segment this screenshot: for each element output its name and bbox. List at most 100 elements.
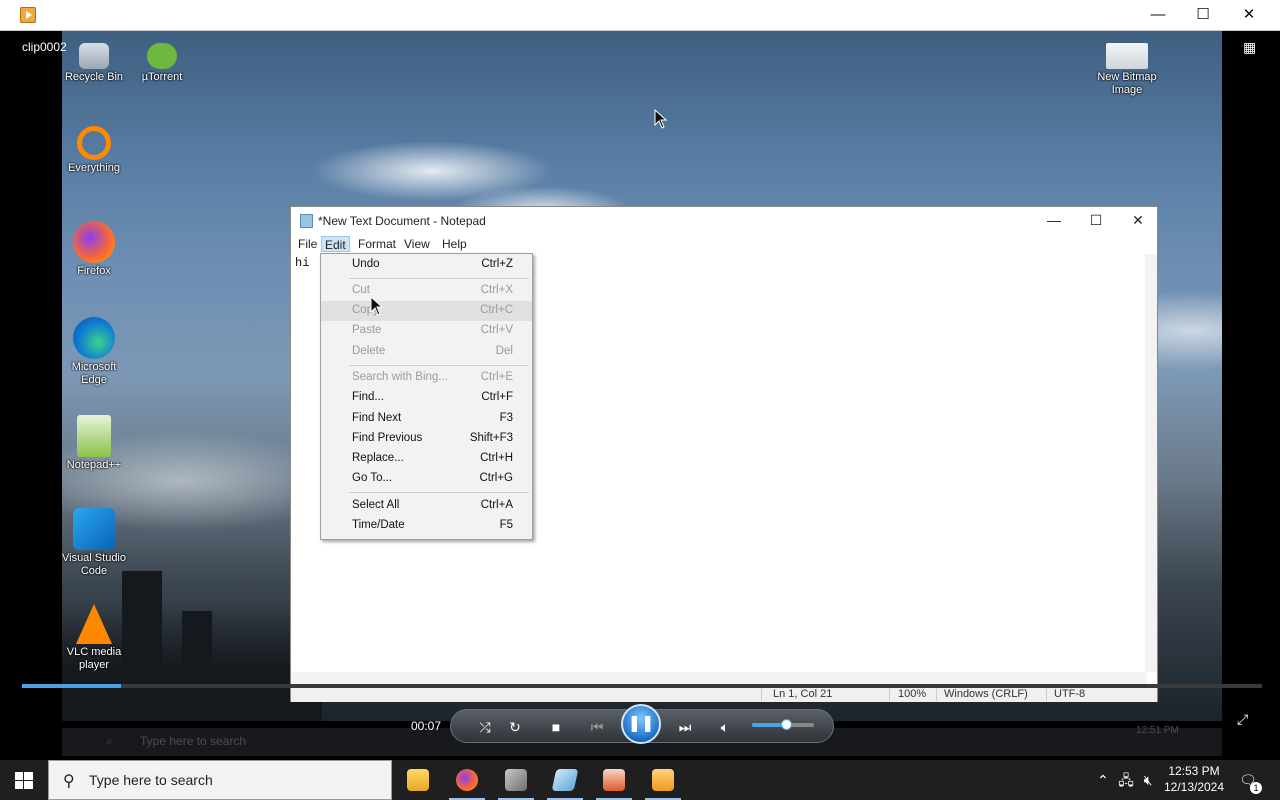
menu-edit[interactable]: Edit bbox=[321, 236, 350, 252]
menu-item-shortcut: Ctrl+Z bbox=[481, 258, 513, 270]
desktop-icon-firefox[interactable]: Firefox bbox=[62, 221, 129, 278]
repeat-icon[interactable]: ↻ bbox=[503, 717, 527, 737]
status-divider bbox=[1046, 687, 1047, 701]
taskbar-clock[interactable]: 12:53 PM 12/13/2024 bbox=[1158, 763, 1230, 795]
menu-item-select-all[interactable]: Select All Ctrl+A bbox=[321, 496, 532, 516]
notepad-close-button[interactable]: ✕ bbox=[1117, 207, 1159, 234]
notepad-minimize-button[interactable]: — bbox=[1033, 207, 1075, 234]
taskbar-firefox[interactable] bbox=[443, 760, 491, 800]
taskbar-search-box[interactable]: ⚲ Type here to search bbox=[48, 760, 392, 800]
taskbar-app-media-creator[interactable] bbox=[590, 760, 638, 800]
notepad-maximize-button[interactable]: ☐ bbox=[1075, 207, 1117, 234]
desktop-icon-label: VLC media player bbox=[66, 646, 122, 671]
close-button[interactable]: ✕ bbox=[1226, 0, 1272, 30]
notepad-title-bar[interactable]: *New Text Document - Notepad — ☐ ✕ bbox=[291, 207, 1157, 234]
volume-slider[interactable] bbox=[752, 719, 814, 730]
menu-item-label: Select All bbox=[352, 499, 400, 511]
menu-item-shortcut: Ctrl+G bbox=[479, 472, 513, 484]
menu-separator bbox=[349, 492, 529, 493]
menu-item-label: Find... bbox=[352, 391, 384, 403]
recycle-bin-icon bbox=[79, 43, 109, 69]
menu-item-shortcut: F5 bbox=[499, 519, 513, 531]
menu-item-shortcut: Ctrl+A bbox=[480, 499, 513, 511]
menu-separator bbox=[349, 278, 529, 279]
menu-item-label: Cut bbox=[352, 284, 370, 296]
media-app-icon bbox=[603, 769, 625, 791]
file-explorer-icon bbox=[407, 769, 429, 791]
status-divider bbox=[761, 687, 762, 701]
vertical-scrollbar[interactable] bbox=[1145, 254, 1157, 672]
search-placeholder: Type here to search bbox=[89, 772, 213, 788]
vlc-icon bbox=[76, 604, 112, 644]
menu-help[interactable]: Help bbox=[439, 236, 470, 252]
volume-icon[interactable]: 🔈︎ bbox=[713, 717, 737, 737]
skyline-tower bbox=[182, 611, 212, 721]
next-icon[interactable]: ⏭ bbox=[673, 717, 697, 737]
menu-item-find[interactable]: Find... Ctrl+F bbox=[321, 388, 532, 408]
desktop-icon-notepadpp[interactable]: Notepad++ bbox=[62, 415, 129, 472]
desktop-icon-utorrent[interactable]: µTorrent bbox=[127, 43, 197, 84]
desktop-icon-new-bitmap[interactable]: New Bitmap Image bbox=[1092, 43, 1162, 97]
taskbar-media-player[interactable] bbox=[639, 760, 687, 800]
notepad-app-icon bbox=[300, 214, 313, 228]
menu-item-label: Time/Date bbox=[352, 519, 405, 531]
firefox-icon bbox=[456, 769, 478, 791]
clip-name: clip0002 bbox=[22, 40, 67, 54]
seek-bar-fill bbox=[22, 684, 122, 688]
player-title-bar[interactable]: — ☐ ✕ bbox=[0, 0, 1280, 31]
video-clock: 12:51 PM bbox=[1136, 725, 1179, 736]
menu-item-replace[interactable]: Replace... Ctrl+H bbox=[321, 449, 532, 469]
notepadpp-icon bbox=[77, 415, 111, 457]
menu-item-delete[interactable]: Delete Del bbox=[321, 342, 532, 362]
menu-item-shortcut: Ctrl+V bbox=[480, 324, 513, 336]
pause-button[interactable]: ❚❚ bbox=[621, 704, 661, 744]
desktop-icon-edge[interactable]: Microsoft Edge bbox=[62, 317, 129, 387]
desktop-icon-vscode[interactable]: Visual Studio Code bbox=[62, 508, 129, 578]
horizontal-scrollbar[interactable] bbox=[291, 672, 1147, 684]
menu-item-shortcut: Shift+F3 bbox=[469, 432, 513, 444]
playlist-toggle-icon[interactable]: ▦ bbox=[1243, 40, 1259, 54]
menu-view[interactable]: View bbox=[401, 236, 433, 252]
menu-item-search-bing[interactable]: Search with Bing... Ctrl+E bbox=[321, 368, 532, 388]
menu-item-go-to[interactable]: Go To... Ctrl+G bbox=[321, 469, 532, 489]
taskbar-notepad[interactable] bbox=[541, 760, 589, 800]
start-button[interactable] bbox=[0, 760, 48, 800]
menu-item-shortcut: Ctrl+X bbox=[480, 284, 513, 296]
desktop-icon-label: Recycle Bin bbox=[64, 71, 124, 83]
menu-item-shortcut: Ctrl+F bbox=[481, 391, 513, 403]
search-icon: ⚲ bbox=[63, 773, 75, 790]
menu-item-find-next[interactable]: Find Next F3 bbox=[321, 409, 532, 429]
previous-icon[interactable]: ⏮ bbox=[585, 717, 609, 737]
menu-item-paste[interactable]: Paste Ctrl+V bbox=[321, 321, 532, 341]
menu-item-label: Find Next bbox=[352, 412, 402, 424]
fullscreen-icon[interactable]: ⤢ bbox=[1237, 711, 1248, 728]
stop-icon[interactable]: ■ bbox=[544, 717, 568, 737]
taskbar-file-explorer[interactable] bbox=[394, 760, 442, 800]
menu-item-label: Replace... bbox=[352, 452, 404, 464]
menu-item-undo[interactable]: Undo Ctrl+Z bbox=[321, 255, 532, 275]
desktop-icon-label: Notepad++ bbox=[66, 459, 122, 471]
taskbar-app-unknown[interactable] bbox=[492, 760, 540, 800]
seek-bar[interactable] bbox=[22, 684, 1262, 688]
network-icon[interactable]: 🖧︎ bbox=[1116, 760, 1136, 800]
shuffle-icon[interactable]: ⤮ bbox=[473, 717, 497, 737]
menu-item-cut[interactable]: Cut Ctrl+X bbox=[321, 281, 532, 301]
minimize-button[interactable]: — bbox=[1135, 0, 1181, 30]
show-hidden-icons-button[interactable]: ⌃ bbox=[1094, 760, 1112, 800]
desktop-icon-everything[interactable]: Everything bbox=[62, 126, 129, 175]
maximize-button[interactable]: ☐ bbox=[1180, 0, 1226, 30]
menu-file[interactable]: File bbox=[295, 236, 320, 252]
edit-dropdown-menu: Undo Ctrl+Z Cut Ctrl+X Copy Ctrl+C Paste Ctr… bbox=[320, 253, 533, 540]
vscode-icon bbox=[73, 508, 115, 550]
menu-item-copy[interactable]: Copy Ctrl+C bbox=[321, 301, 532, 321]
menu-item-find-previous[interactable]: Find Previous Shift+F3 bbox=[321, 429, 532, 449]
line-ending: Windows (CRLF) bbox=[944, 688, 1028, 700]
desktop-icon-vlc[interactable]: VLC media player bbox=[62, 604, 129, 672]
desktop-icon-recycle-bin[interactable]: Recycle Bin bbox=[62, 43, 129, 84]
menu-format[interactable]: Format bbox=[355, 236, 399, 252]
menu-item-time-date[interactable]: Time/Date F5 bbox=[321, 516, 532, 536]
menu-item-label: Delete bbox=[352, 345, 386, 357]
menu-item-label: Paste bbox=[352, 324, 382, 336]
speaker-muted-icon[interactable]: 🔇︎ bbox=[1138, 760, 1158, 800]
notification-center-icon[interactable]: 🗨︎ bbox=[1237, 760, 1259, 800]
